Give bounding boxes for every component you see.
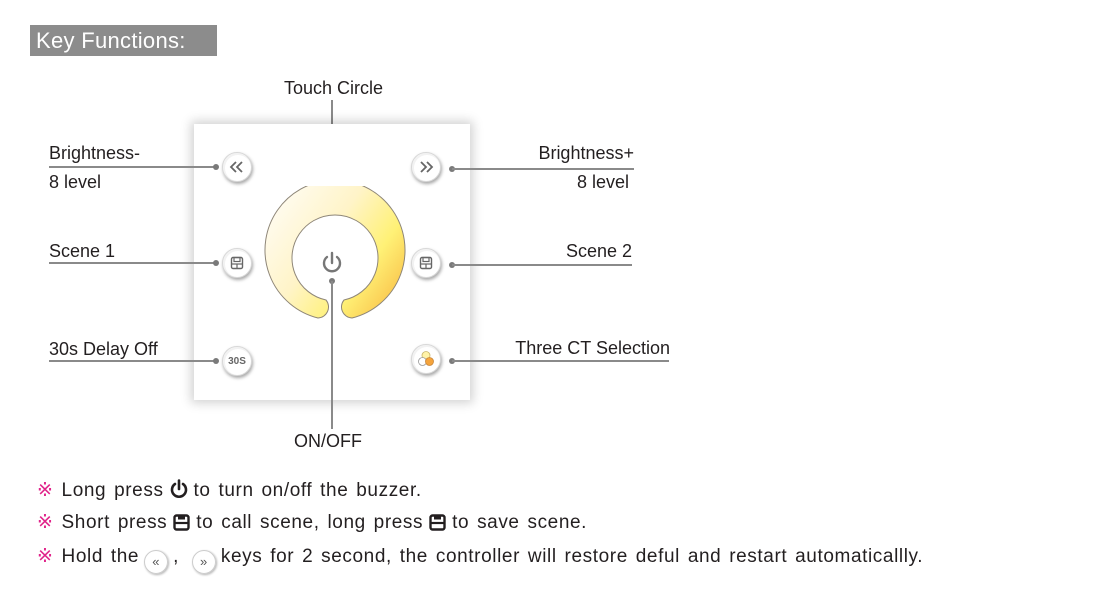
scene1-label: Scene 1 — [49, 241, 116, 261]
scene2-button[interactable] — [411, 248, 441, 278]
note-text: to call scene, long press — [196, 512, 424, 533]
scene2-label: Scene 2 — [565, 241, 632, 261]
note-text: to turn on/off the buzzer. — [193, 480, 422, 501]
note-text: Hold the — [61, 546, 140, 567]
on-off-leader — [331, 281, 333, 429]
delay-off-button[interactable]: 30S — [222, 346, 252, 376]
on-off-label: ON/OFF — [294, 431, 362, 451]
brightness-minus-icon: « — [144, 550, 169, 574]
note-text: Short press — [61, 512, 168, 533]
brightness-minus-sublabel: 8 level — [49, 172, 102, 192]
brightness-plus-sublabel: 8 level — [576, 172, 629, 192]
brightness-minus-dot — [213, 164, 219, 170]
delay-off-label: 30s Delay Off — [49, 339, 158, 359]
note-restore: ※ Hold the «, » keys for 2 second, the cont… — [37, 546, 925, 574]
double-chevron-left-icon — [229, 161, 243, 173]
brightness-minus-leader — [49, 166, 215, 168]
three-ct-button[interactable] — [411, 344, 441, 374]
note-mark: ※ — [37, 480, 54, 501]
note-text: to save scene. — [452, 512, 588, 533]
save-icon — [429, 514, 446, 531]
scene1-button[interactable] — [222, 248, 252, 278]
note-buzzer: ※ Long press to turn on/off the buzzer. — [37, 479, 424, 502]
scene1-leader — [49, 262, 215, 264]
note-mark: ※ — [37, 512, 54, 533]
delay-off-leader — [49, 360, 215, 362]
brightness-minus-label: Brightness- — [49, 143, 141, 163]
note-text: keys for 2 second, the controller will r… — [220, 546, 924, 567]
three-ct-icon — [418, 351, 434, 366]
save-icon — [230, 256, 244, 270]
brightness-plus-button[interactable] — [411, 152, 441, 182]
save-icon — [173, 514, 190, 531]
note-scene: ※ Short press to call scene, long press to … — [37, 512, 589, 534]
brightness-plus-icon: » — [191, 550, 216, 574]
touch-circle-label: Touch Circle — [284, 78, 384, 98]
scene1-dot — [213, 260, 219, 266]
power-icon[interactable] — [321, 251, 343, 275]
scene2-leader — [452, 264, 632, 266]
note-mark: ※ — [37, 546, 54, 567]
brightness-plus-leader — [452, 168, 634, 170]
brightness-plus-label: Brightness+ — [538, 143, 634, 163]
delay-off-dot — [213, 358, 219, 364]
delay-30s-icon: 30S — [228, 355, 246, 367]
three-ct-leader — [452, 360, 669, 362]
brightness-minus-button[interactable] — [222, 152, 252, 182]
power-icon — [170, 479, 187, 498]
three-ct-label: Three CT Selection — [515, 338, 670, 358]
note-text: , — [173, 546, 179, 567]
save-icon — [419, 256, 433, 270]
double-chevron-right-icon — [420, 161, 434, 173]
section-title: Key Functions: — [30, 25, 217, 56]
note-text: Long press — [61, 480, 164, 501]
